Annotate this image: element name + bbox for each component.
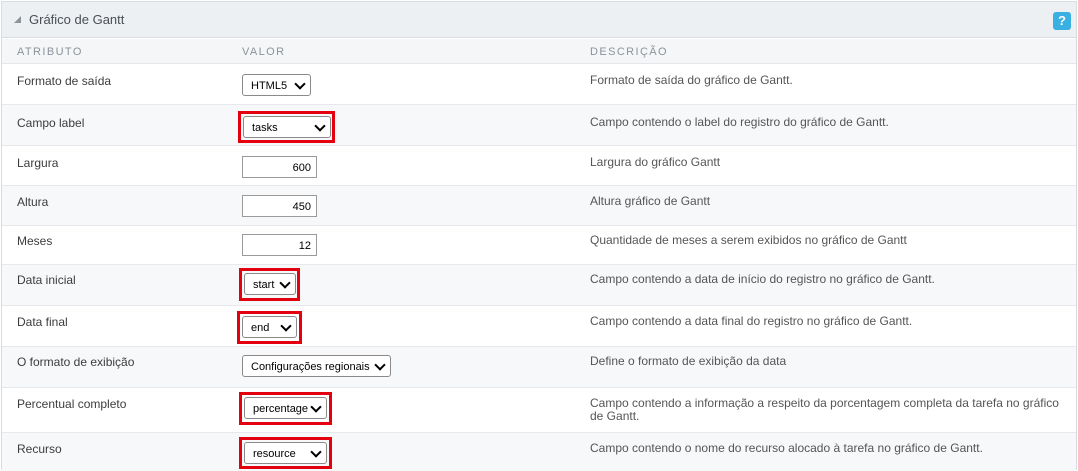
attribute-label: Largura <box>17 156 59 170</box>
start-date-select[interactable]: start <box>244 273 296 295</box>
attribute-label: Altura <box>17 195 49 209</box>
table-row: Meses 12 Quantidade de meses a serem exi… <box>2 226 1076 265</box>
chevron-down-icon <box>310 446 322 458</box>
width-input[interactable]: 600 <box>242 156 317 178</box>
table-row: Data final end Campo contendo a data fin… <box>2 306 1076 347</box>
resource-select[interactable]: resource <box>244 442 327 464</box>
attribute-label: Campo label <box>17 116 85 130</box>
display-format-select[interactable]: Configurações regionais <box>242 355 391 377</box>
table-row: Formato de saída HTML5 Formato de saída … <box>2 64 1076 105</box>
months-input[interactable]: 12 <box>242 234 317 256</box>
attribute-description: Campo contendo a data de início do regis… <box>590 272 935 286</box>
attribute-description: Campo contendo a informação a respeito d… <box>590 396 1059 423</box>
attribute-description: Formato de saída do gráfico de Gantt. <box>590 73 793 87</box>
select-value: HTML5 <box>251 80 288 92</box>
input-value: 450 <box>292 201 311 213</box>
attribute-label: Data final <box>17 315 68 329</box>
input-value: 600 <box>292 162 311 174</box>
attribute-label: Percentual completo <box>17 397 127 411</box>
collapse-triangle-icon[interactable] <box>14 16 21 23</box>
chevron-down-icon <box>280 320 292 332</box>
attribute-label: Meses <box>17 234 53 248</box>
column-header-description: DESCRIÇÃO <box>590 46 668 58</box>
attribute-description: Campo contendo o nome do recurso alocado… <box>590 441 983 455</box>
panel-header[interactable]: Gráfico de Gantt ? <box>2 2 1076 38</box>
table-row: Largura 600 Largura do gráfico Gantt <box>2 146 1076 186</box>
chevron-down-icon <box>374 359 386 371</box>
attribute-label: Data inicial <box>17 273 76 287</box>
attribute-label: O formato de exibição <box>17 355 135 369</box>
table-row: Altura 450 Altura gráfico de Gantt <box>2 186 1076 226</box>
chevron-down-icon <box>314 120 326 132</box>
output-format-select[interactable]: HTML5 <box>242 74 311 96</box>
table-header: ATRIBUTO VALOR DESCRIÇÃO <box>2 39 1076 64</box>
select-value: percentage <box>253 403 309 415</box>
percent-complete-select[interactable]: percentage <box>244 397 327 419</box>
select-value: end <box>251 322 270 334</box>
input-value: 12 <box>298 240 311 252</box>
select-value: resource <box>253 448 296 460</box>
table-row: Data inicial start Campo contendo a data… <box>2 265 1076 306</box>
select-value: tasks <box>252 122 278 134</box>
table-row: O formato de exibição Configurações regi… <box>2 347 1076 388</box>
chevron-down-icon <box>294 78 306 90</box>
attribute-description: Define o formato de exibição da data <box>590 354 787 368</box>
gantt-settings-panel: Gráfico de Gantt ? ATRIBUTO VALOR DESCRI… <box>1 1 1077 471</box>
attribute-description: Quantidade de meses a serem exibidos no … <box>590 233 907 247</box>
attribute-description: Campo contendo a data final do registro … <box>590 314 913 328</box>
table-row: Percentual completo percentage Campo con… <box>2 388 1076 433</box>
select-value: start <box>253 279 275 291</box>
column-header-value: VALOR <box>242 46 286 58</box>
panel-title: Gráfico de Gantt <box>29 12 125 27</box>
help-button[interactable]: ? <box>1053 12 1071 30</box>
select-value: Configurações regionais <box>251 361 370 373</box>
height-input[interactable]: 450 <box>242 195 317 217</box>
attribute-label: Recurso <box>17 442 62 456</box>
end-date-select[interactable]: end <box>242 316 297 338</box>
column-header-attribute: ATRIBUTO <box>17 46 83 58</box>
attribute-description: Largura do gráfico Gantt <box>590 155 721 169</box>
chevron-down-icon <box>310 401 322 413</box>
attribute-label: Formato de saída <box>17 74 112 88</box>
table-row: Recurso resource Campo contendo o nome d… <box>2 433 1076 471</box>
chevron-down-icon <box>279 277 291 289</box>
attribute-description: Campo contendo o label do registro do gr… <box>590 115 889 129</box>
attribute-description: Altura gráfico de Gantt <box>590 194 711 208</box>
table-row: Campo label tasks Campo contendo o label… <box>2 105 1076 146</box>
label-field-select[interactable]: tasks <box>243 116 331 138</box>
